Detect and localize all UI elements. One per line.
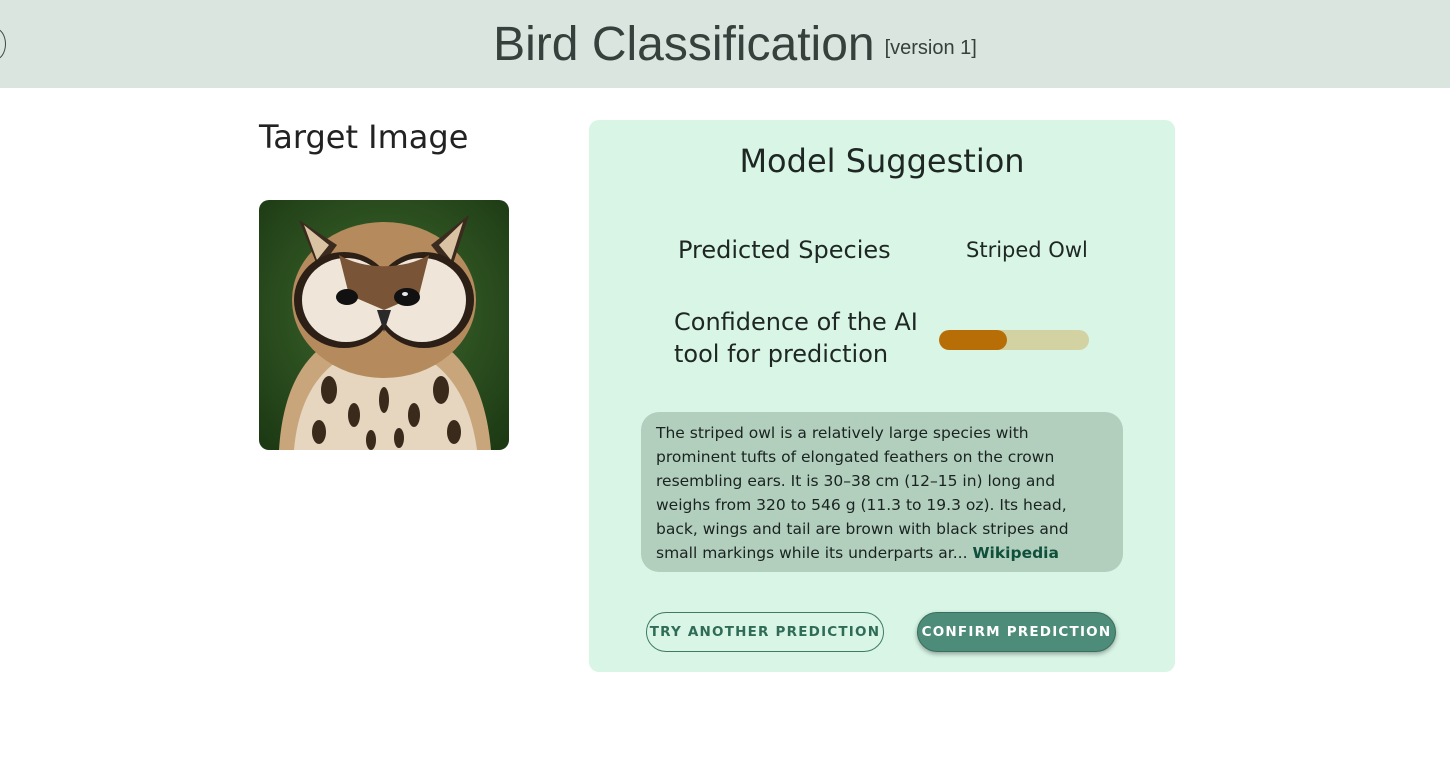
description-text: The striped owl is a relatively large sp…	[656, 424, 1069, 562]
version-label: [version 1]	[884, 36, 977, 59]
predicted-species-value: Striped Owl	[966, 238, 1088, 262]
target-image-heading: Target Image	[259, 118, 469, 156]
app-header: Bird Classification [version 1]	[0, 0, 1450, 88]
predicted-species-label: Predicted Species	[678, 236, 891, 264]
model-suggestion-heading: Model Suggestion	[739, 142, 1025, 180]
species-description: The striped owl is a relatively large sp…	[641, 412, 1123, 572]
confirm-prediction-button[interactable]: CONFIRM PREDICTION	[917, 612, 1116, 652]
app-title: Bird Classification	[493, 17, 875, 71]
confidence-bar-fill	[939, 330, 1007, 350]
target-image	[259, 200, 509, 450]
confidence-label: Confidence of the AI tool for prediction	[674, 308, 918, 368]
try-another-prediction-button[interactable]: TRY ANOTHER PREDICTION	[646, 612, 884, 652]
confidence-bar	[939, 330, 1089, 350]
model-suggestion-panel: Model Suggestion Predicted Species Strip…	[589, 120, 1175, 672]
wikipedia-link[interactable]: Wikipedia	[972, 544, 1059, 562]
title-wrap: Bird Classification [version 1]	[0, 0, 1450, 88]
